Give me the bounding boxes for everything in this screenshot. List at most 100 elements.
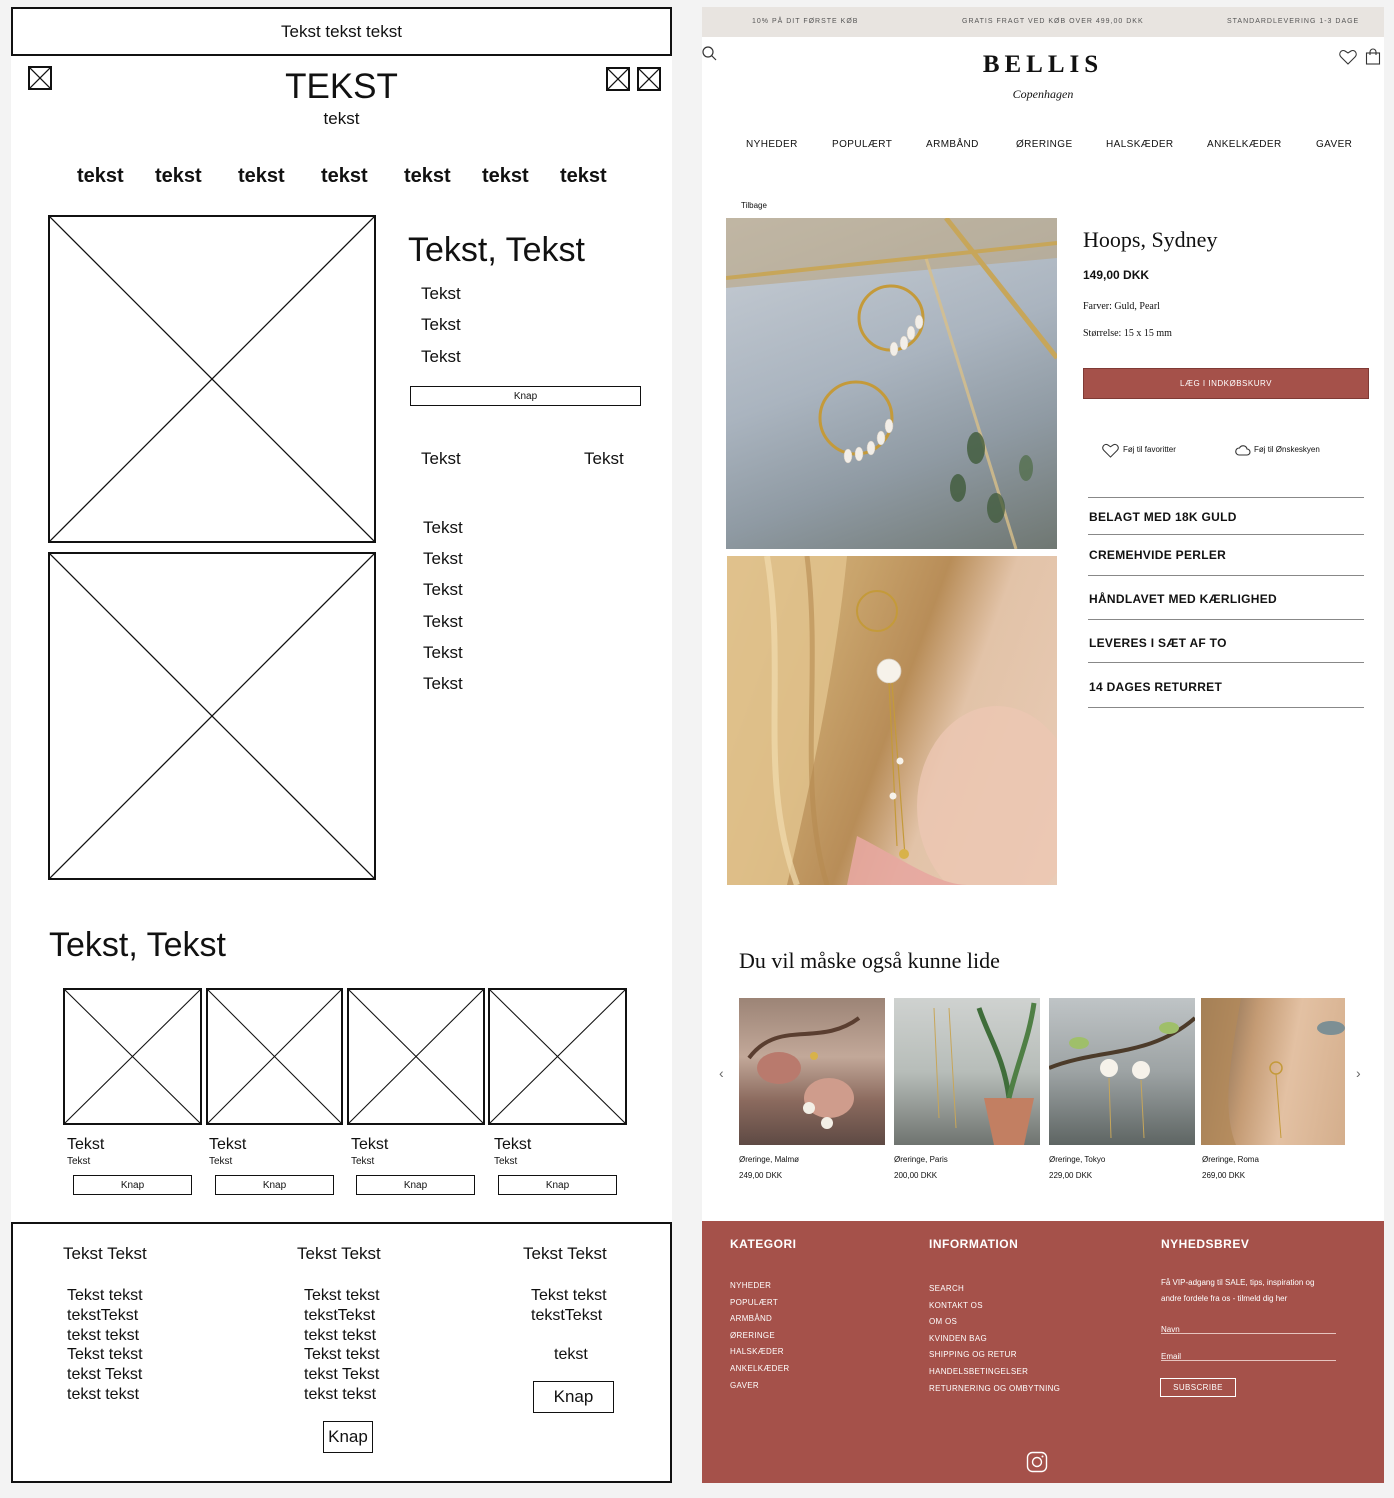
wf-footer-link[interactable]: tekst tekst (67, 1385, 143, 1405)
wf-nav-item[interactable]: tekst (404, 165, 451, 188)
wf-footer-col2-button[interactable]: Knap (323, 1421, 373, 1453)
nav-item-nyheder[interactable]: NYHEDER (746, 139, 798, 150)
product-colors: Farver: Guld, Pearl (1083, 301, 1160, 312)
wf-list-item: Tekst (423, 549, 463, 568)
announcement-item: 10% PÅ DIT FØRSTE KØB (752, 18, 859, 25)
footer-link[interactable]: GAVER (730, 1378, 789, 1395)
heart-icon[interactable] (1102, 443, 1119, 458)
wf-rec-card-button[interactable]: Knap (215, 1175, 334, 1195)
wf-rec-image[interactable] (63, 988, 202, 1125)
wf-footer-link[interactable]: Tekst tekst (531, 1286, 607, 1306)
footer-link[interactable]: HALSKÆDER (730, 1344, 789, 1361)
rec-image[interactable] (1049, 998, 1195, 1145)
subscribe-button[interactable]: SUBSCRIBE (1160, 1378, 1236, 1397)
instagram-icon[interactable] (1026, 1451, 1048, 1473)
wf-rec-card-button[interactable]: Knap (356, 1175, 475, 1195)
footer-link[interactable]: ØRERINGE (730, 1328, 789, 1345)
site-footer: KATEGORI NYHEDER POPULÆRT ARMBÅND ØRERIN… (702, 1221, 1384, 1483)
feature-item[interactable]: LEVERES I SÆT AF TO (1089, 636, 1227, 650)
wf-info-line: Tekst (421, 347, 461, 366)
wf-footer-link[interactable]: Tekst tekst (304, 1286, 380, 1306)
wf-footer-link[interactable]: tekstTekst (531, 1306, 607, 1326)
feature-item[interactable]: 14 DAGES RETURRET (1089, 680, 1222, 694)
wf-nav-item[interactable]: tekst (560, 165, 607, 188)
footer-link[interactable]: ANKELKÆDER (730, 1361, 789, 1378)
back-link[interactable]: Tilbage (741, 201, 767, 210)
footer-newsletter-title: NYHEDSBREV (1161, 1237, 1250, 1251)
name-field[interactable]: Navn (1161, 1319, 1336, 1334)
add-favorite-link[interactable]: Føj til favoritter (1123, 445, 1176, 454)
wf-footer-col1-title: Tekst Tekst (63, 1244, 147, 1263)
wf-footer: Tekst Tekst Tekst tekst tekstTekst tekst… (11, 1222, 672, 1483)
wf-rec-image[interactable] (488, 988, 627, 1125)
wf-nav-item[interactable]: tekst (321, 165, 368, 188)
rec-name[interactable]: Øreringe, Paris (894, 1155, 948, 1164)
wf-rec-card-button[interactable]: Knap (498, 1175, 617, 1195)
wf-nav-item[interactable]: tekst (77, 165, 124, 188)
wf-footer-link[interactable]: tekst tekst (67, 1326, 143, 1346)
rec-image[interactable] (894, 998, 1040, 1145)
cloud-icon[interactable] (1235, 443, 1251, 457)
footer-link[interactable]: OM OS (929, 1314, 1060, 1331)
wf-footer-link[interactable]: tekst Tekst (67, 1365, 143, 1385)
nav-item-populaert[interactable]: POPULÆRT (832, 139, 892, 150)
wf-nav-item[interactable]: tekst (155, 165, 202, 188)
wf-footer-link[interactable]: Tekst tekst (67, 1286, 143, 1306)
design-mockup: 10% PÅ DIT FØRSTE KØB GRATIS FRAGT VED K… (702, 7, 1384, 1483)
rec-name[interactable]: Øreringe, Malmø (739, 1155, 799, 1164)
feature-item[interactable]: CREMEHVIDE PERLER (1089, 548, 1226, 562)
newsletter-text: andre fordele fra os - tilmeld dig her (1161, 1294, 1288, 1303)
wf-rec-image[interactable] (206, 988, 343, 1125)
add-wishlist-link[interactable]: Føj til Ønskeskyen (1254, 445, 1320, 454)
carousel-prev[interactable]: ‹ (719, 1065, 724, 1081)
wf-nav-item[interactable]: tekst (238, 165, 285, 188)
wf-wish-text[interactable]: Tekst (584, 449, 624, 469)
nav-item-armbaand[interactable]: ARMBÅND (926, 139, 979, 150)
footer-link[interactable]: ARMBÅND (730, 1311, 789, 1328)
wf-footer-link[interactable]: tekst tekst (304, 1385, 380, 1405)
divider (1088, 575, 1364, 576)
wf-rec-image[interactable] (347, 988, 485, 1125)
nav-item-ankelkaeder[interactable]: ANKELKÆDER (1207, 139, 1282, 150)
email-field[interactable]: Email (1161, 1346, 1336, 1361)
footer-link[interactable]: SHIPPING OG RETUR (929, 1347, 1060, 1364)
rec-image[interactable] (1201, 998, 1345, 1145)
wf-nav-item[interactable]: tekst (482, 165, 529, 188)
product-price: 149,00 DKK (1083, 268, 1150, 282)
wf-fav-text[interactable]: Tekst (421, 449, 461, 469)
rec-image[interactable] (739, 998, 885, 1145)
wf-footer-col3-button[interactable]: Knap (533, 1381, 614, 1413)
footer-link[interactable]: KVINDEN BAG (929, 1331, 1060, 1348)
wf-footer-link[interactable]: tekst Tekst (304, 1365, 380, 1385)
wf-footer-col1-lines: Tekst tekst tekstTekst tekst tekst Tekst… (67, 1286, 143, 1405)
footer-link[interactable]: POPULÆRT (730, 1295, 789, 1312)
rec-name[interactable]: Øreringe, Roma (1202, 1155, 1259, 1164)
wf-footer-link[interactable]: Tekst tekst (304, 1345, 380, 1365)
wf-cart-button[interactable]: Knap (410, 386, 641, 406)
footer-link[interactable]: NYHEDER (730, 1278, 789, 1295)
nav-item-halskaeder[interactable]: HALSKÆDER (1106, 139, 1174, 150)
wf-footer-link[interactable]: Tekst tekst (67, 1345, 143, 1365)
wf-rec-card-button[interactable]: Knap (73, 1175, 192, 1195)
brand-subtitle: Copenhagen (1012, 87, 1074, 101)
wf-logo[interactable]: TEKST (11, 67, 672, 107)
wf-footer-col3-extra: tekst (554, 1346, 588, 1363)
rec-name[interactable]: Øreringe, Tokyo (1049, 1155, 1105, 1164)
footer-link[interactable]: HANDELSBETINGELSER (929, 1364, 1060, 1381)
add-to-cart-button[interactable]: LÆG I INDKØBSKURV (1083, 368, 1369, 399)
carousel-next[interactable]: › (1356, 1065, 1361, 1081)
footer-link[interactable]: RETURNERING OG OMBYTNING (929, 1381, 1060, 1398)
wf-footer-link[interactable]: tekst tekst (304, 1326, 380, 1346)
newsletter-text: Få VIP-adgang til SALE, tips, inspiratio… (1161, 1278, 1315, 1287)
wf-rec-card-sub: Tekst (67, 1156, 91, 1167)
wf-rec-card-title: Tekst (67, 1136, 105, 1153)
feature-item[interactable]: BELAGT MED 18K GULD (1089, 510, 1237, 524)
nav-item-gaver[interactable]: GAVER (1316, 139, 1352, 150)
brand-logo[interactable]: BELLIS (702, 51, 1384, 79)
nav-item-oreringe[interactable]: ØRERINGE (1016, 139, 1073, 150)
footer-link[interactable]: KONTAKT OS (929, 1298, 1060, 1315)
wf-footer-link[interactable]: tekstTekst (67, 1306, 143, 1326)
feature-item[interactable]: HÅNDLAVET MED KÆRLIGHED (1089, 592, 1277, 606)
footer-link[interactable]: SEARCH (929, 1281, 1060, 1298)
wf-footer-link[interactable]: tekstTekst (304, 1306, 380, 1326)
